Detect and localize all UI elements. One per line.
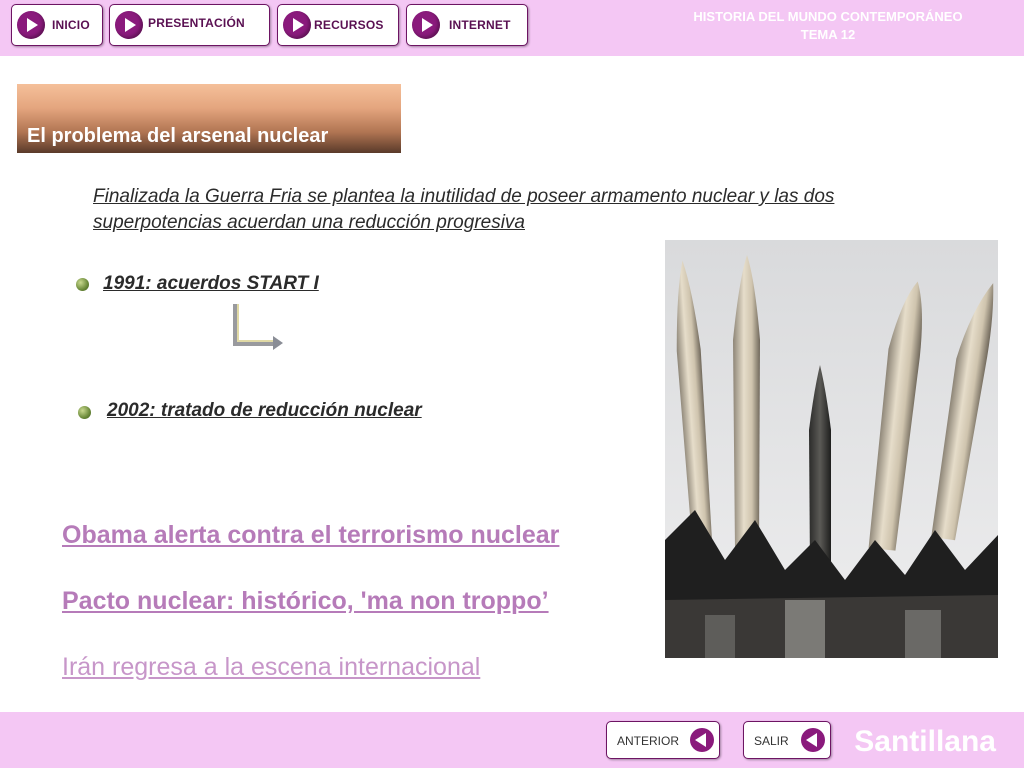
news-link-obama[interactable]: Obama alerta contra el terrorismo nuclea… bbox=[62, 521, 559, 550]
play-arrow-icon bbox=[283, 11, 311, 39]
nav-inicio-label: INICIO bbox=[52, 18, 90, 32]
bullet-icon bbox=[76, 278, 89, 291]
news-link-iran[interactable]: Irán regresa a la escena internacional bbox=[62, 653, 480, 682]
anterior-button[interactable]: ANTERIOR bbox=[606, 721, 720, 759]
course-name: HISTORIA DEL MUNDO CONTEMPORÁNEO bbox=[693, 9, 963, 24]
missiles-photo bbox=[665, 240, 998, 658]
back-arrow-icon bbox=[801, 728, 825, 752]
section-title-band: El problema del arsenal nuclear bbox=[17, 84, 401, 153]
back-arrow-icon bbox=[690, 728, 714, 752]
course-title: HISTORIA DEL MUNDO CONTEMPORÁNEO TEMA 12 bbox=[648, 8, 1008, 44]
item-start-i: 1991: acuerdos START I bbox=[103, 273, 319, 294]
item-reduccion-2002: 2002: tratado de reducción nuclear bbox=[107, 400, 422, 421]
play-arrow-icon bbox=[115, 11, 143, 39]
missiles-image bbox=[665, 240, 998, 658]
intro-paragraph: Finalizada la Guerra Fria se plantea la … bbox=[93, 186, 835, 233]
anterior-label: ANTERIOR bbox=[617, 734, 680, 748]
nav-internet-button[interactable]: INTERNET bbox=[406, 4, 528, 46]
nav-recursos-label: RECURSOS bbox=[314, 18, 384, 32]
nav-presentacion-label: PRESENTACIÓN bbox=[148, 16, 245, 30]
top-nav-bar: INICIO PRESENTACIÓN RECURSOS INTERNET HI… bbox=[0, 0, 1024, 56]
play-arrow-icon bbox=[412, 11, 440, 39]
play-arrow-icon bbox=[17, 11, 45, 39]
elbow-arrow-icon bbox=[233, 304, 283, 350]
nav-internet-label: INTERNET bbox=[449, 18, 511, 32]
nav-recursos-button[interactable]: RECURSOS bbox=[277, 4, 399, 46]
nav-inicio-button[interactable]: INICIO bbox=[11, 4, 103, 46]
salir-label: SALIR bbox=[754, 734, 789, 748]
salir-button[interactable]: SALIR bbox=[743, 721, 831, 759]
unit-number: TEMA 12 bbox=[800, 27, 856, 42]
slide: INICIO PRESENTACIÓN RECURSOS INTERNET HI… bbox=[0, 0, 1024, 768]
nav-presentacion-button[interactable]: PRESENTACIÓN bbox=[109, 4, 270, 46]
section-title: El problema del arsenal nuclear bbox=[27, 125, 329, 147]
brand-logo: Santillana bbox=[854, 725, 996, 758]
bullet-icon bbox=[78, 406, 91, 419]
news-link-pacto-nuclear[interactable]: Pacto nuclear: histórico, 'ma non troppo… bbox=[62, 587, 549, 616]
